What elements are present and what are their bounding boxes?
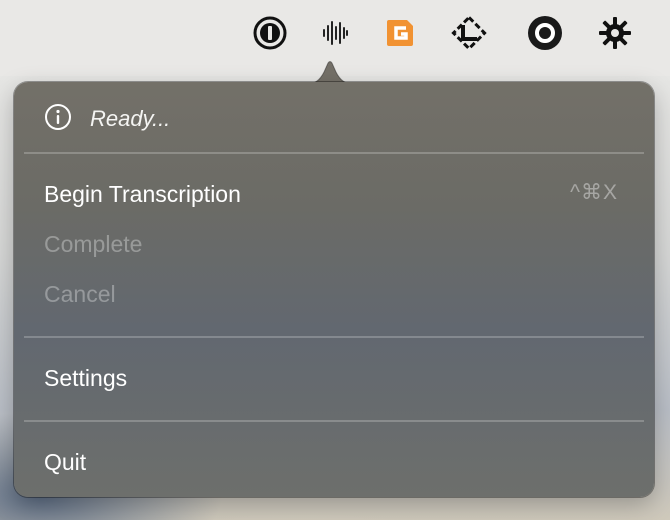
1password-icon[interactable] [252, 15, 288, 51]
quit-item[interactable]: Quit [44, 449, 86, 476]
status-row: Ready... [44, 103, 171, 136]
grammarly-icon[interactable] [382, 15, 418, 51]
complete-item: Complete [44, 231, 143, 257]
record-circle-icon[interactable] [527, 15, 563, 51]
menu-separator [24, 420, 644, 422]
status-text: Ready... [90, 106, 171, 131]
menu-separator [24, 152, 644, 154]
diamond-app-icon[interactable] [451, 15, 487, 51]
waveform-icon[interactable] [317, 15, 353, 51]
menu-dropdown: Ready... Begin Transcription ^⌘X Complet… [14, 82, 654, 497]
settings-item[interactable]: Settings [44, 365, 127, 392]
info-icon [44, 103, 72, 136]
begin-transcription-item[interactable]: Begin Transcription [44, 181, 241, 208]
menu-separator [24, 336, 644, 338]
cancel-item: Cancel [44, 281, 116, 307]
begin-transcription-shortcut: ^⌘X [570, 181, 618, 204]
popover-caret [308, 61, 352, 84]
asterisk-burst-icon[interactable] [597, 15, 633, 51]
